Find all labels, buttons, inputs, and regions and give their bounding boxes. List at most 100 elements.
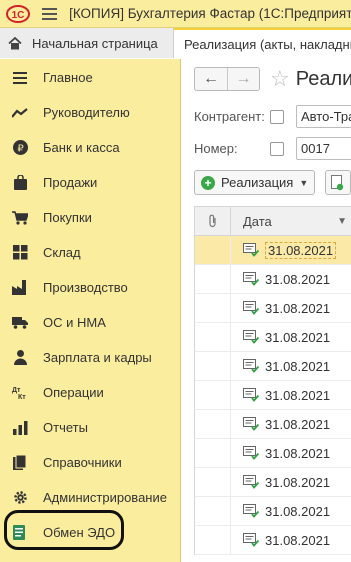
counterparty-filter: Контрагент: Авто-Транс (194, 105, 351, 128)
form-header: ← → ☆ Реализация (акты, накладные) (194, 67, 351, 91)
table-row[interactable]: 31.08.2021 (194, 235, 351, 265)
date-cell: 31.08.2021 (265, 532, 331, 548)
menu-lines-icon (12, 70, 28, 86)
svg-text:Кт: Кт (18, 394, 26, 400)
tab-home-label: Начальная страница (32, 35, 158, 51)
sidebar-item-label: Справочники (43, 455, 122, 470)
tab-bar: Начальная страница Реализация (акты, нак… (0, 28, 351, 58)
date-cell: 31.08.2021 (265, 241, 337, 259)
number-checkbox[interactable] (270, 141, 284, 156)
sidebar-item-label: Продажи (43, 175, 98, 190)
attachment-cell (195, 467, 231, 497)
list-toolbar: + Реализация ▼ (194, 170, 351, 195)
forward-icon[interactable]: → (227, 68, 259, 90)
sidebar-item-label: Склад (43, 245, 81, 260)
sidebar-item-assets[interactable]: ОС и НМА (0, 305, 181, 340)
posted-document-icon (243, 243, 259, 257)
main-menu-icon[interactable] (42, 7, 58, 20)
sidebar-item-label: ОС и НМА (43, 315, 106, 330)
column-header-date[interactable]: Дата (243, 214, 272, 229)
1c-logo[interactable]: 1С (6, 4, 31, 24)
table-row[interactable]: 31.08.2021 (194, 467, 351, 497)
tab-sales-label: Реализация (акты, накладные) (184, 36, 351, 52)
sidebar-item-purchases[interactable]: Покупки (0, 200, 181, 235)
attachment-cell (195, 438, 231, 468)
table-row[interactable]: 31.08.2021 (194, 409, 351, 439)
sidebar-item-label: Отчеты (43, 420, 88, 435)
posted-document-icon (243, 359, 259, 373)
table-header: Дата ▼ (194, 206, 351, 236)
number-filter: Номер: 0017 (194, 137, 351, 160)
date-cell: 31.08.2021 (265, 271, 331, 287)
sidebar-item-label: Зарплата и кадры (43, 350, 152, 365)
sidebar-item-production[interactable]: Производство (0, 270, 181, 305)
sidebar-item-label: Администрирование (43, 490, 167, 505)
attachment-cell (195, 380, 231, 410)
shopping-bag-icon (12, 175, 28, 191)
app-title: [КОПИЯ] Бухгалтерия Фастар (1С:Предприят… (69, 6, 351, 21)
posted-document-icon (243, 388, 259, 402)
sidebar-item-label: Производство (43, 280, 128, 295)
page-title: Реализация (акты, накладные) (295, 67, 351, 90)
dt-kt-icon: Дт Кт (12, 385, 28, 401)
attachment-cell (195, 293, 231, 323)
sidebar-item-sales[interactable]: Продажи (0, 165, 181, 200)
table-row[interactable]: 31.08.2021 (194, 351, 351, 381)
sidebar-item-warehouse[interactable]: Склад (0, 235, 181, 270)
date-cell: 31.08.2021 (265, 329, 331, 345)
copy-document-icon (331, 174, 344, 190)
back-icon[interactable]: ← (195, 68, 227, 90)
cart-icon (12, 210, 28, 226)
table-row[interactable]: 31.08.2021 (194, 322, 351, 352)
svg-text:Дт: Дт (12, 387, 21, 394)
date-cell: 31.08.2021 (265, 445, 331, 461)
add-icon: + (201, 175, 215, 190)
table-row[interactable]: 31.08.2021 (194, 438, 351, 468)
sort-icon: ▼ (337, 215, 347, 227)
date-cell: 31.08.2021 (265, 358, 331, 374)
table-row[interactable]: 31.08.2021 (194, 380, 351, 410)
sidebar-item-salary[interactable]: Зарплата и кадры (0, 340, 181, 375)
main-content: ← → ☆ Реализация (акты, накладные) Контр… (182, 59, 351, 562)
counterparty-field[interactable]: Авто-Транс (296, 105, 351, 128)
home-icon (8, 36, 22, 49)
sidebar-item-reports[interactable]: Отчеты (0, 410, 181, 445)
create-realization-button[interactable]: + Реализация ▼ (194, 170, 316, 195)
posted-document-icon (243, 504, 259, 518)
posted-document-icon (243, 330, 259, 344)
sidebar-item-bank[interactable]: ₽ Банк и касса (0, 130, 181, 165)
tab-sales[interactable]: Реализация (акты, накладные) (174, 28, 351, 58)
attachment-cell (195, 351, 231, 381)
sidebar-item-label: Покупки (43, 210, 92, 225)
ruble-icon: ₽ (12, 140, 28, 156)
sidebar-item-label: Руководителю (43, 105, 130, 120)
date-cell: 31.08.2021 (265, 387, 331, 403)
table-row[interactable]: 31.08.2021 (194, 264, 351, 294)
logo-text: 1С (12, 10, 25, 21)
table-row[interactable]: 31.08.2021 (194, 496, 351, 526)
favorite-star-icon[interactable]: ☆ (270, 68, 290, 90)
sidebar-item-manager[interactable]: Руководителю (0, 95, 181, 130)
date-cell: 31.08.2021 (265, 474, 331, 490)
books-icon (12, 455, 28, 471)
paperclip-icon[interactable] (195, 206, 231, 236)
number-field[interactable]: 0017 (296, 137, 351, 160)
table-row[interactable]: 31.08.2021 (194, 525, 351, 555)
copy-button[interactable] (325, 170, 351, 195)
sidebar-item-main[interactable]: Главное (0, 60, 181, 95)
gear-icon (12, 490, 28, 506)
sidebar-item-catalogs[interactable]: Справочники (0, 445, 181, 480)
counterparty-checkbox[interactable] (270, 109, 284, 124)
trend-icon (12, 105, 28, 121)
tab-home[interactable]: Начальная страница (0, 28, 174, 58)
attachment-cell (195, 264, 231, 294)
truck-icon (12, 315, 28, 331)
factory-icon (12, 280, 28, 296)
sidebar-item-operations[interactable]: Дт Кт Операции (0, 375, 181, 410)
sidebar-item-label: Главное (43, 70, 93, 85)
attachment-cell (195, 409, 231, 439)
create-button-label: Реализация (221, 175, 294, 190)
posted-document-icon (243, 272, 259, 286)
highlight-frame (4, 510, 124, 550)
table-row[interactable]: 31.08.2021 (194, 293, 351, 323)
